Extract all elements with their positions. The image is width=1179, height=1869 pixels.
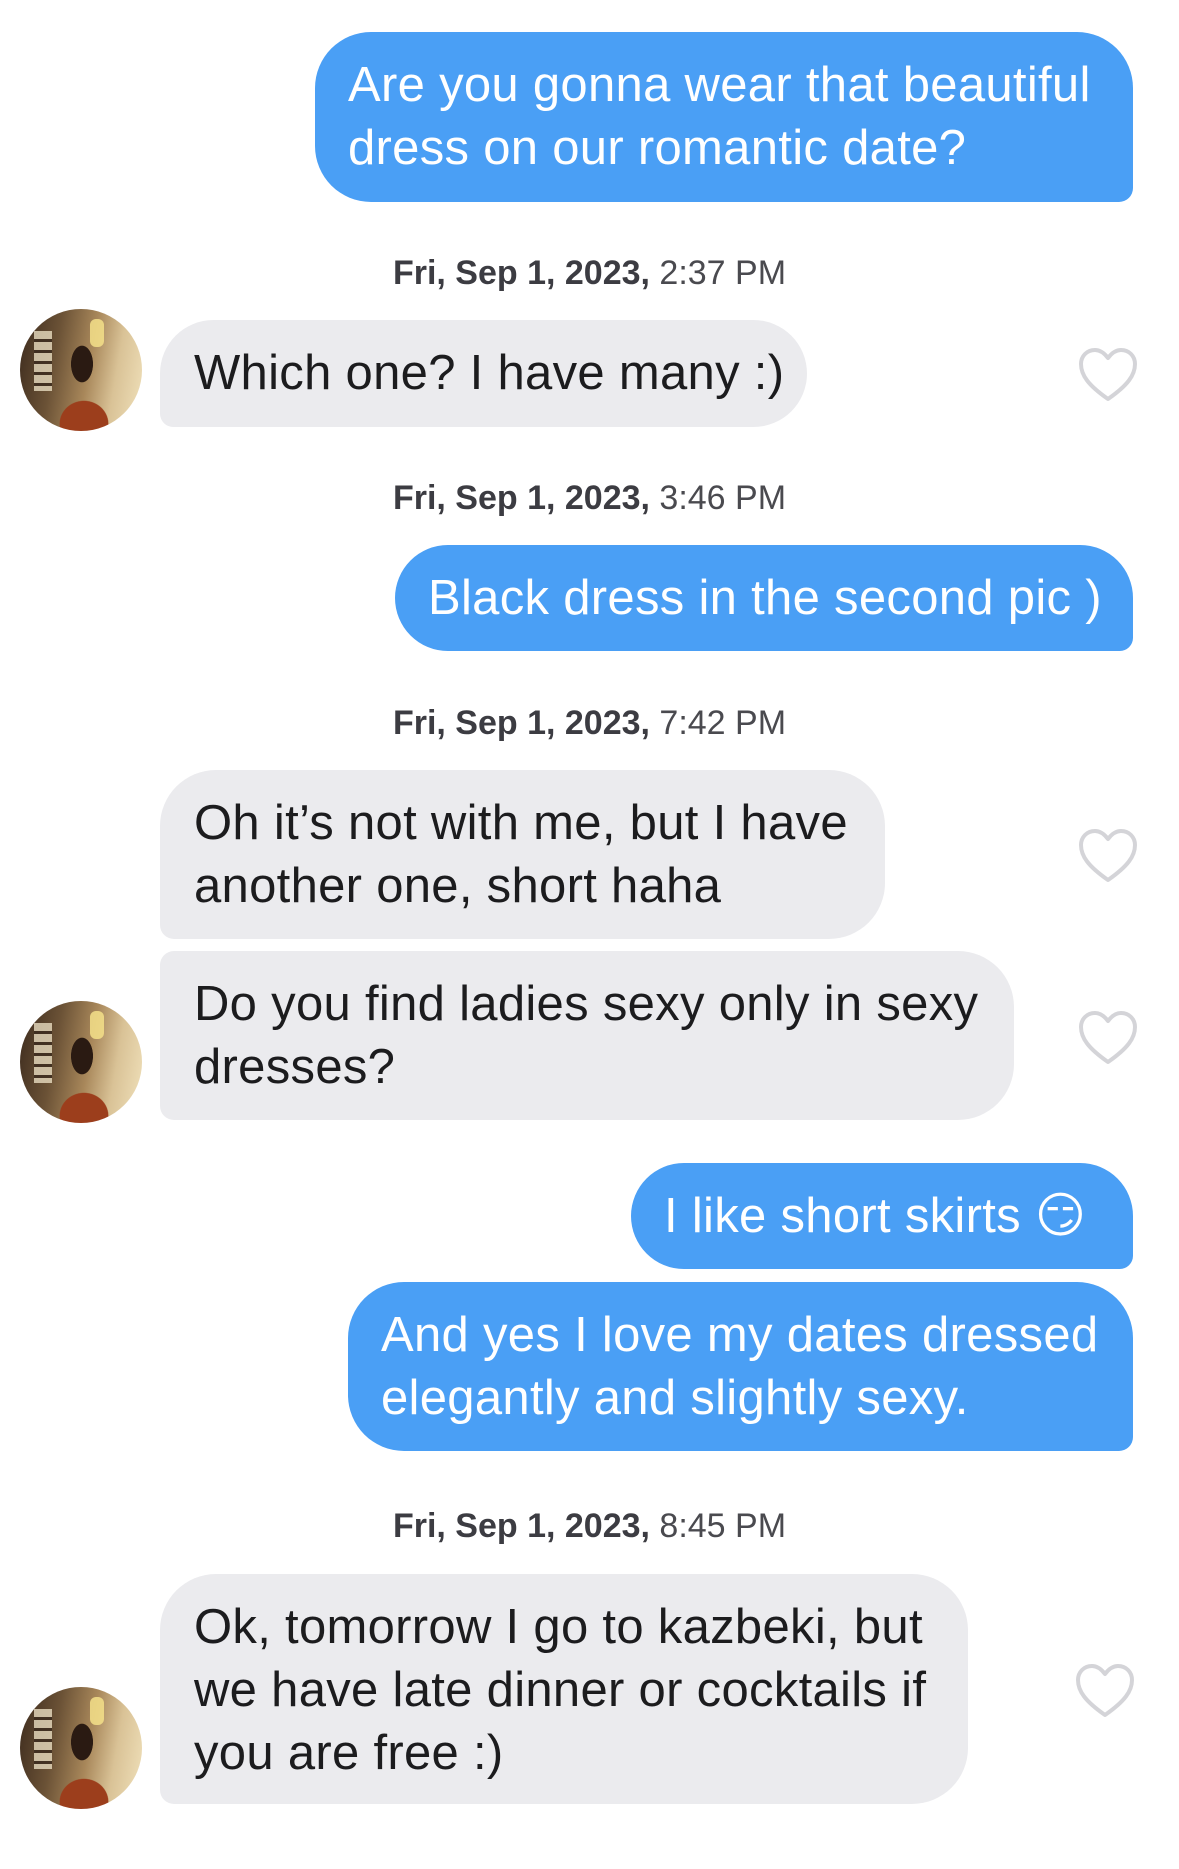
match-avatar[interactable] <box>20 1687 142 1809</box>
incoming-message[interactable]: Oh it’s not with me, but I have another … <box>160 770 885 939</box>
outgoing-message[interactable]: Are you gonna wear that beautiful dress … <box>315 32 1133 202</box>
timestamp-day: Fri, Sep 1, 2023, <box>392 479 650 517</box>
incoming-message[interactable]: Ok, tomorrow I go to kazbeki, but we hav… <box>160 1574 968 1804</box>
timestamp-time: 7:42 PM <box>659 704 787 742</box>
avatar-photo-detail <box>34 1709 52 1769</box>
avatar-photo-detail <box>34 331 52 391</box>
message-line: Ok, tomorrow I go to kazbeki, but <box>194 1600 923 1654</box>
avatar-photo-detail <box>90 1697 104 1725</box>
chat-thread[interactable]: Are you gonna wear that beautiful dress … <box>0 0 1179 1869</box>
outgoing-message[interactable]: And yes I love my dates dressed elegantl… <box>348 1282 1133 1451</box>
message-line: elegantly and slightly sexy. <box>381 1371 969 1425</box>
timestamp: Fri, Sep 1, 2023, 8:45 PM <box>0 1507 1179 1546</box>
message-line: we have late dinner or cocktails if <box>194 1663 927 1717</box>
timestamp-day: Fri, Sep 1, 2023, <box>392 704 650 742</box>
message-line: And yes I love my dates dressed <box>381 1308 1099 1362</box>
message-line: dresses? <box>194 1040 396 1094</box>
match-avatar[interactable] <box>20 309 142 431</box>
message-line: Are you gonna wear that beautiful <box>348 58 1091 112</box>
timestamp: Fri, Sep 1, 2023, 7:42 PM <box>0 704 1179 743</box>
message-line: another one, short haha <box>194 859 722 913</box>
timestamp: Fri, Sep 1, 2023, 2:37 PM <box>0 254 1179 293</box>
match-avatar[interactable] <box>20 1001 142 1123</box>
message-line: dress on our romantic date? <box>348 121 967 175</box>
message-line: Black dress in the second pic ) <box>428 571 1102 625</box>
avatar-photo-detail <box>34 1023 52 1083</box>
timestamp-time: 2:37 PM <box>659 254 787 292</box>
avatar-photo-detail <box>90 319 104 347</box>
heart-outline-icon[interactable] <box>1075 1663 1135 1719</box>
incoming-message[interactable]: Which one? I have many :) <box>160 320 807 427</box>
heart-outline-icon[interactable] <box>1078 828 1138 884</box>
outgoing-message[interactable]: Black dress in the second pic ) <box>395 545 1133 651</box>
message-line: Oh it’s not with me, but I have <box>194 796 848 850</box>
incoming-message[interactable]: Do you find ladies sexy only in sexy dre… <box>160 951 1014 1120</box>
timestamp-time: 8:45 PM <box>659 1507 787 1545</box>
timestamp-day: Fri, Sep 1, 2023, <box>392 254 650 292</box>
heart-outline-icon[interactable] <box>1078 1010 1138 1066</box>
timestamp-time: 3:46 PM <box>659 479 787 517</box>
timestamp: Fri, Sep 1, 2023, 3:46 PM <box>0 479 1179 518</box>
message-line: Which one? I have many :) <box>194 346 785 400</box>
message-line: I like short skirts 😏 <box>664 1189 1087 1243</box>
avatar-photo-detail <box>90 1011 104 1039</box>
heart-outline-icon[interactable] <box>1078 347 1138 403</box>
outgoing-message[interactable]: I like short skirts 😏 <box>631 1163 1133 1269</box>
message-line: Do you find ladies sexy only in sexy <box>194 977 979 1031</box>
timestamp-day: Fri, Sep 1, 2023, <box>392 1507 650 1545</box>
message-line: you are free :) <box>194 1726 504 1780</box>
